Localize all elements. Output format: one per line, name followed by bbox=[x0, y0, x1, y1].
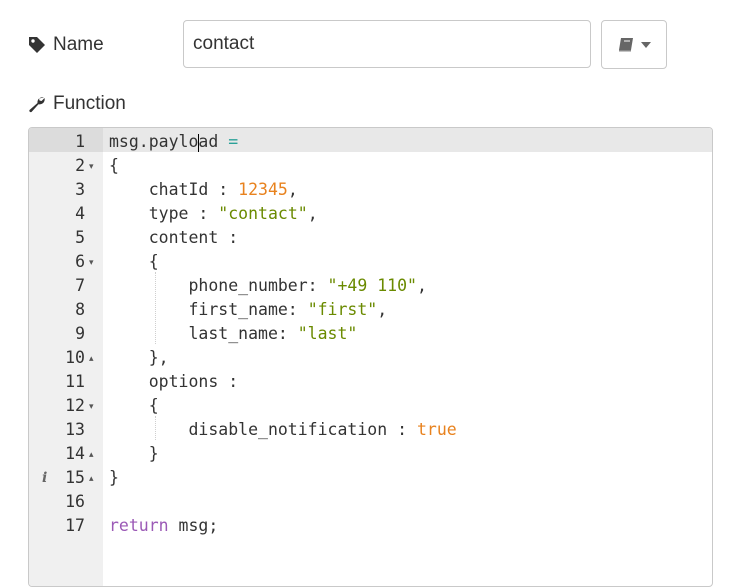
line-number: 10 bbox=[65, 348, 85, 367]
code-line[interactable]: 7 phone_number: "+49 110", bbox=[29, 274, 712, 298]
code-line[interactable]: 4 type : "contact", bbox=[29, 202, 712, 226]
code-token: "last" bbox=[297, 324, 358, 343]
fold-close-icon[interactable]: ▴ bbox=[89, 466, 94, 490]
code-line[interactable]: 6 ▾ { bbox=[29, 250, 712, 274]
line-number: 1 bbox=[75, 132, 85, 151]
line-number: 4 bbox=[75, 204, 85, 223]
code-token: true bbox=[416, 420, 457, 439]
code-token: ad bbox=[198, 132, 229, 151]
code-token: }, bbox=[109, 348, 169, 367]
code-text[interactable]: { bbox=[109, 154, 119, 178]
code-text[interactable]: chatId : 12345, bbox=[109, 178, 298, 202]
wrench-icon bbox=[29, 97, 45, 113]
code-token: options : bbox=[109, 372, 239, 391]
line-number: 12 bbox=[65, 396, 85, 415]
code-token: } bbox=[109, 444, 159, 463]
line-number: 15 bbox=[65, 468, 85, 487]
caret-down-icon bbox=[640, 41, 651, 48]
code-line[interactable]: 12 ▾ { bbox=[29, 394, 712, 418]
code-token: { bbox=[109, 156, 119, 175]
line-number: 6 bbox=[75, 252, 85, 271]
code-line[interactable]: 8 first_name: "first", bbox=[29, 298, 712, 322]
code-token: content : bbox=[109, 228, 239, 247]
code-token: , bbox=[307, 204, 318, 223]
code-token: disable_notification : bbox=[109, 420, 417, 439]
name-input[interactable] bbox=[183, 20, 591, 68]
code-line[interactable]: 11 options : bbox=[29, 370, 712, 394]
code-line[interactable]: 9 last_name: "last" bbox=[29, 322, 712, 346]
line-number: 2 bbox=[75, 156, 85, 175]
fold-open-icon[interactable]: ▾ bbox=[89, 154, 94, 178]
code-token: first_name: bbox=[109, 300, 308, 319]
code-line[interactable]: 17 return msg; bbox=[29, 514, 712, 538]
name-label: Name bbox=[53, 34, 104, 55]
code-text[interactable]: last_name: "last" bbox=[109, 322, 357, 346]
fold-open-icon[interactable]: ▾ bbox=[89, 394, 94, 418]
library-button[interactable] bbox=[601, 20, 667, 69]
code-lines[interactable]: 1 msg.payload = 2 ▾{3 chatId : 12345, 4 type… bbox=[29, 130, 712, 538]
code-line[interactable]: 16 bbox=[29, 490, 712, 514]
code-line[interactable]: 3 chatId : 12345, bbox=[29, 178, 712, 202]
code-token: 12345 bbox=[238, 180, 288, 199]
code-token: phone_number: bbox=[109, 276, 328, 295]
name-label-row: Name bbox=[28, 32, 104, 58]
code-token: { bbox=[109, 396, 159, 415]
code-token: , bbox=[416, 276, 427, 295]
line-number: 16 bbox=[65, 492, 85, 511]
fold-close-icon[interactable]: ▴ bbox=[89, 346, 94, 370]
book-icon bbox=[618, 38, 633, 52]
code-line[interactable]: 2 ▾ { bbox=[29, 154, 712, 178]
line-number: 7 bbox=[75, 276, 85, 295]
code-token: } bbox=[109, 468, 119, 487]
code-token: return bbox=[109, 516, 169, 535]
line-number: 14 bbox=[65, 444, 85, 463]
code-text[interactable]: content : bbox=[109, 226, 238, 250]
code-line[interactable]: 5 content : bbox=[29, 226, 712, 250]
code-text[interactable]: options : bbox=[109, 370, 238, 394]
code-token: chatId : bbox=[109, 180, 239, 199]
code-text[interactable]: phone_number: "+49 110", bbox=[109, 274, 427, 298]
line-number: 9 bbox=[75, 324, 85, 343]
fold-close-icon[interactable]: ▴ bbox=[89, 442, 94, 466]
code-token: = bbox=[228, 132, 239, 151]
tag-icon bbox=[29, 37, 45, 53]
code-token: "contact" bbox=[218, 204, 308, 223]
code-editor[interactable]: 1 msg.payload = 2 ▾{3 chatId : 12345, 4 type… bbox=[28, 127, 713, 587]
code-token: , bbox=[287, 180, 298, 199]
code-token: last_name: bbox=[109, 324, 298, 343]
line-number: 11 bbox=[65, 372, 85, 391]
function-label: Function bbox=[53, 93, 126, 114]
code-text[interactable]: disable_notification : true bbox=[109, 418, 457, 442]
code-text[interactable]: { bbox=[109, 250, 159, 274]
code-text[interactable]: msg.payload = bbox=[109, 130, 238, 154]
line-number: 8 bbox=[75, 300, 85, 319]
code-line[interactable]: i 15 ▴} bbox=[29, 466, 712, 490]
code-line[interactable]: 14 ▴ } bbox=[29, 442, 712, 466]
function-label-row: Function bbox=[28, 91, 126, 117]
code-line[interactable]: 10 ▴ }, bbox=[29, 346, 712, 370]
code-token: "+49 110" bbox=[327, 276, 417, 295]
code-token: type : bbox=[109, 204, 219, 223]
code-token: , bbox=[377, 300, 388, 319]
code-token: msg; bbox=[168, 516, 219, 535]
code-text[interactable]: type : "contact", bbox=[109, 202, 318, 226]
fold-open-icon[interactable]: ▾ bbox=[89, 250, 94, 274]
code-line[interactable]: 13 disable_notification : true bbox=[29, 418, 712, 442]
code-text[interactable]: } bbox=[109, 466, 119, 490]
code-token: "first" bbox=[307, 300, 378, 319]
code-text[interactable]: } bbox=[109, 442, 159, 466]
line-number: 13 bbox=[65, 420, 85, 439]
code-text[interactable]: }, bbox=[109, 346, 169, 370]
line-number: 17 bbox=[65, 516, 85, 535]
code-text[interactable]: first_name: "first", bbox=[109, 298, 387, 322]
code-token: msg.paylo bbox=[109, 132, 199, 151]
code-line[interactable]: 1 msg.payload = bbox=[29, 130, 712, 154]
code-token: { bbox=[109, 252, 159, 271]
code-text[interactable]: { bbox=[109, 394, 159, 418]
line-number: 5 bbox=[75, 228, 85, 247]
code-text[interactable]: return msg; bbox=[109, 514, 218, 538]
line-number: 3 bbox=[75, 180, 85, 199]
